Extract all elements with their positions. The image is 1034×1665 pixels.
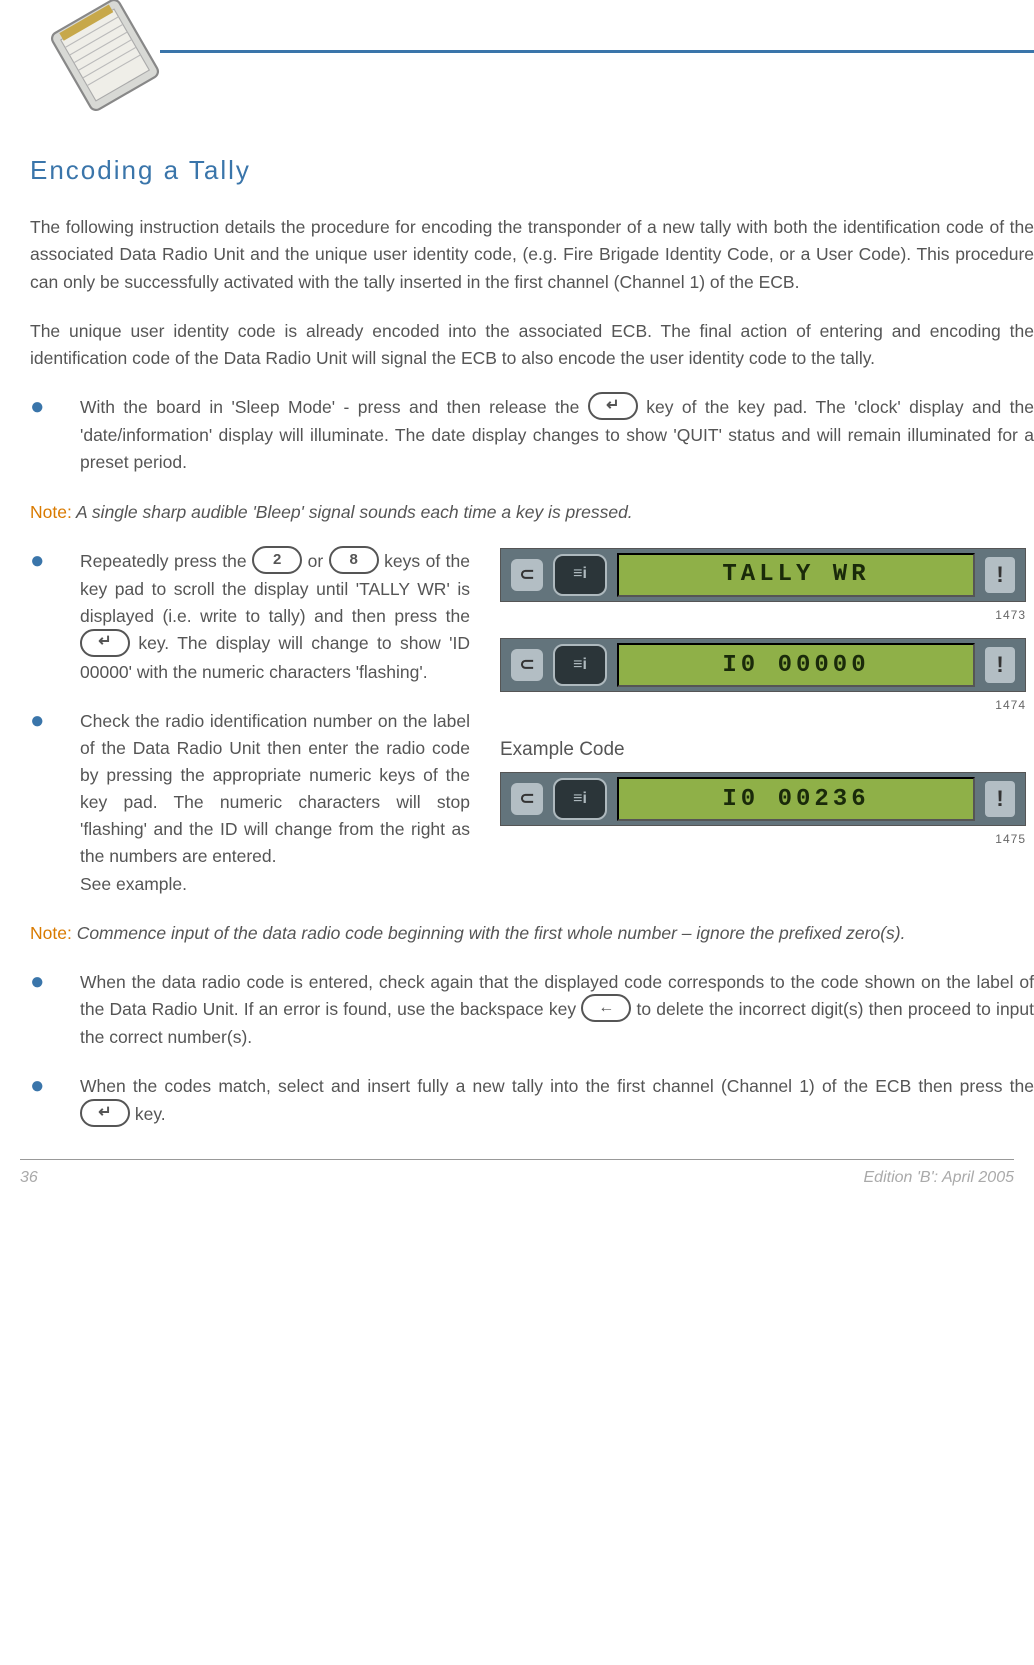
bullet-icon: ● bbox=[30, 969, 80, 1052]
step-2-text: Repeatedly press the 2 or 8 keys of the … bbox=[80, 548, 470, 686]
lcd-info-button: ≡i bbox=[553, 644, 607, 686]
step-2: ● Repeatedly press the 2 or 8 keys of th… bbox=[30, 548, 470, 686]
enter-key-icon bbox=[80, 629, 130, 657]
intro-paragraph-2: The unique user identity code is already… bbox=[30, 318, 1034, 372]
backspace-key-icon bbox=[581, 994, 631, 1022]
lcd-left-soft-button: ⊂ bbox=[511, 783, 543, 815]
step-3-text: Check the radio identification number on… bbox=[80, 708, 470, 898]
lcd-display-tally-wr: ⊂ ≡i TALLY WR ! bbox=[500, 548, 1026, 602]
step-4: ● When the data radio code is entered, c… bbox=[30, 969, 1034, 1052]
lcd-screen-text: TALLY WR bbox=[617, 553, 975, 597]
bullet-icon: ● bbox=[30, 708, 80, 898]
step-1-text-a: With the board in 'Sleep Mode' - press a… bbox=[80, 397, 588, 417]
note-1-body: A single sharp audible 'Bleep' signal so… bbox=[72, 502, 633, 522]
step-1-text: With the board in 'Sleep Mode' - press a… bbox=[80, 394, 1034, 477]
lcd-alert-indicator: ! bbox=[985, 647, 1015, 683]
page-footer: 36 Edition 'B': April 2005 bbox=[20, 1159, 1014, 1203]
lcd-alert-indicator: ! bbox=[985, 557, 1015, 593]
lcd-info-button: ≡i bbox=[553, 778, 607, 820]
lcd-display-example-code: ⊂ ≡i I0 00236 ! bbox=[500, 772, 1026, 826]
lcd-left-soft-button: ⊂ bbox=[511, 649, 543, 681]
key-2-icon: 2 bbox=[252, 546, 302, 574]
bullet-icon: ● bbox=[30, 394, 80, 477]
page-number: 36 bbox=[20, 1166, 38, 1191]
lcd-screen-text: I0 00000 bbox=[617, 643, 975, 687]
step-2-text-a: Repeatedly press the bbox=[80, 551, 252, 571]
key-8-icon: 8 bbox=[329, 546, 379, 574]
lcd-display-id-zeros: ⊂ ≡i I0 00000 ! bbox=[500, 638, 1026, 692]
enter-key-icon bbox=[80, 1099, 130, 1127]
lcd-info-button: ≡i bbox=[553, 554, 607, 596]
lcd-left-soft-button: ⊂ bbox=[511, 559, 543, 591]
section-title: Encoding a Tally bbox=[30, 150, 1034, 190]
figure-number-1473: 1473 bbox=[500, 606, 1026, 625]
example-code-label: Example Code bbox=[500, 735, 1026, 764]
note-1: Note: A single sharp audible 'Bleep' sig… bbox=[30, 499, 1034, 526]
step-5: ● When the codes match, select and inser… bbox=[30, 1073, 1034, 1129]
step-5-text-a: When the codes match, select and insert … bbox=[80, 1076, 1034, 1096]
edition-label: Edition 'B': April 2005 bbox=[864, 1166, 1015, 1191]
note-label: Note: bbox=[30, 923, 72, 943]
intro-paragraph-1: The following instruction details the pr… bbox=[30, 214, 1034, 295]
note-label: Note: bbox=[30, 502, 72, 522]
lcd-alert-indicator: ! bbox=[985, 781, 1015, 817]
header-rule bbox=[160, 50, 1034, 53]
step-2-text-b: or bbox=[302, 551, 329, 571]
step-4-text: When the data radio code is entered, che… bbox=[80, 969, 1034, 1052]
step-1: ● With the board in 'Sleep Mode' - press… bbox=[30, 394, 1034, 477]
step-3-see-example: See example. bbox=[80, 874, 187, 894]
device-icon bbox=[30, 0, 180, 130]
lcd-screen-text: I0 00236 bbox=[617, 777, 975, 821]
bullet-icon: ● bbox=[30, 1073, 80, 1129]
bullet-icon: ● bbox=[30, 548, 80, 686]
step-2-text-d: key. The display will change to show 'ID… bbox=[80, 633, 470, 681]
enter-key-icon bbox=[588, 392, 638, 420]
page-header bbox=[0, 0, 1034, 130]
note-2: Note: Commence input of the data radio c… bbox=[30, 920, 1034, 947]
step-3-body: Check the radio identification number on… bbox=[80, 711, 470, 867]
step-3: ● Check the radio identification number … bbox=[30, 708, 470, 898]
note-2-body: Commence input of the data radio code be… bbox=[72, 923, 906, 943]
step-5-text-b: key. bbox=[130, 1104, 166, 1124]
step-5-text: When the codes match, select and insert … bbox=[80, 1073, 1034, 1129]
figure-number-1475: 1475 bbox=[500, 830, 1026, 849]
figure-number-1474: 1474 bbox=[500, 696, 1026, 715]
